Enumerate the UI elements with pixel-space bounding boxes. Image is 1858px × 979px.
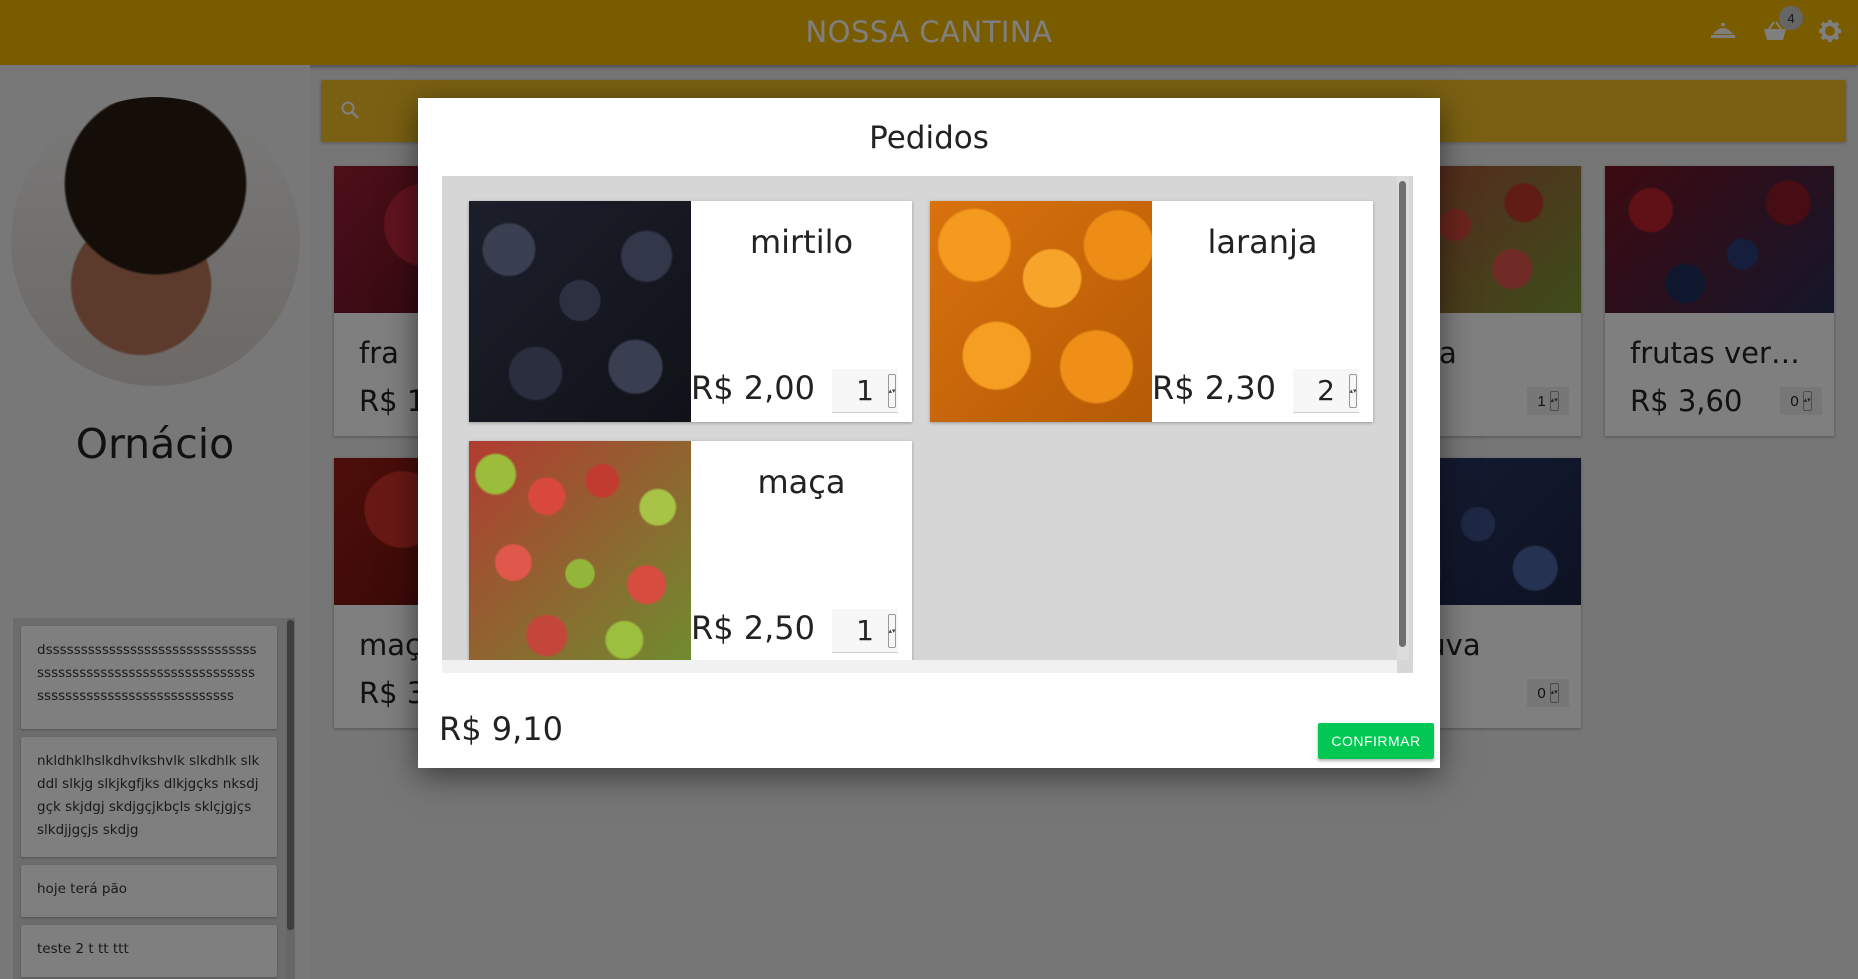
confirm-button[interactable]: CONFIRMAR — [1318, 723, 1434, 759]
order-item: maça R$ 2,50 1 ▴▾ — [469, 441, 912, 662]
order-items-list: mirtilo R$ 2,00 1 ▴▾ laranja R$ 2,30 2 ▴▾ … — [442, 176, 1413, 673]
order-item-image — [930, 201, 1152, 422]
order-item: laranja R$ 2,30 2 ▴▾ — [930, 201, 1373, 422]
order-item: mirtilo R$ 2,00 1 ▴▾ — [469, 201, 912, 422]
order-item-price: R$ 2,50 — [691, 609, 816, 647]
order-item-name: maça — [757, 463, 846, 501]
quantity-stepper[interactable]: 1 ▴▾ — [832, 369, 898, 413]
modal-title: Pedidos — [869, 120, 989, 156]
quantity-stepper[interactable]: 1 ▴▾ — [832, 609, 898, 653]
horizontal-scrollbar[interactable] — [442, 660, 1397, 673]
spinner-arrows-icon[interactable]: ▴▾ — [888, 373, 896, 408]
vertical-scrollbar-thumb[interactable] — [1399, 181, 1406, 647]
order-item-image — [469, 201, 691, 422]
order-item-price: R$ 2,00 — [691, 369, 816, 407]
quantity-value[interactable]: 1 — [856, 614, 874, 647]
order-item-image — [469, 441, 691, 662]
spinner-arrows-icon[interactable]: ▴▾ — [1349, 373, 1357, 408]
quantity-value[interactable]: 2 — [1317, 374, 1335, 407]
quantity-stepper[interactable]: 2 ▴▾ — [1293, 369, 1359, 413]
order-total: R$ 9,10 — [439, 710, 564, 748]
quantity-value[interactable]: 1 — [856, 374, 874, 407]
orders-modal: Pedidos mirtilo R$ 2,00 1 ▴▾ laranja R$ 2… — [418, 98, 1440, 768]
order-item-price: R$ 2,30 — [1152, 369, 1277, 407]
spinner-arrows-icon[interactable]: ▴▾ — [888, 613, 896, 648]
order-item-name: mirtilo — [749, 223, 854, 261]
order-item-name: laranja — [1207, 223, 1318, 261]
